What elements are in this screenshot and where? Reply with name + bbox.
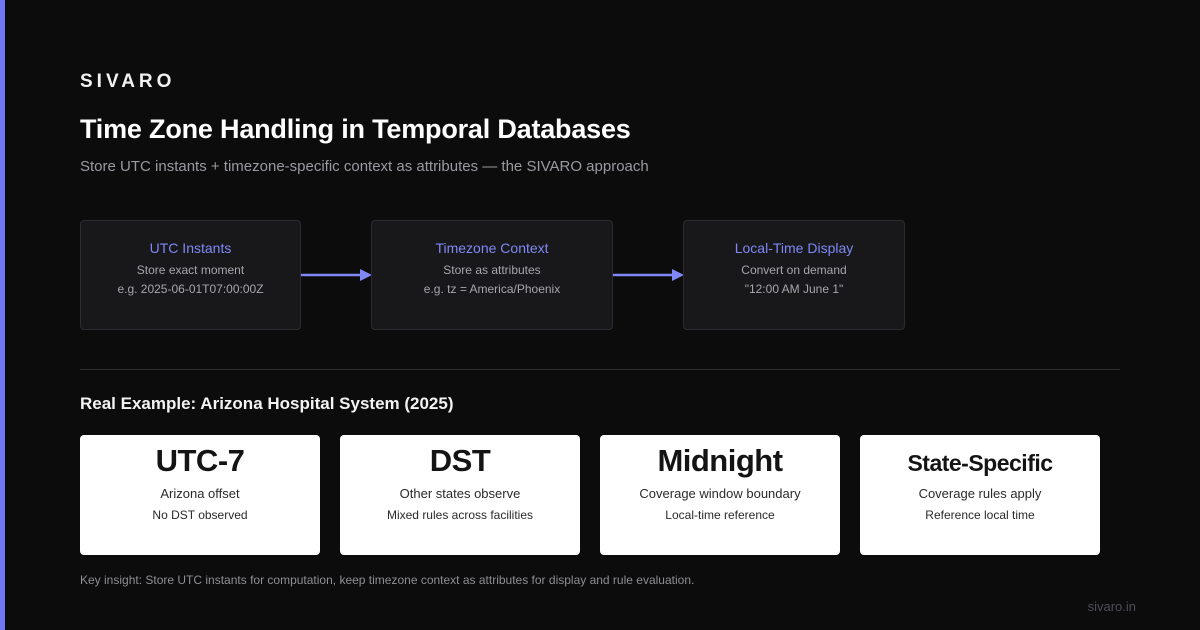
flow-box-utc-instants: UTC Instants Store exact moment e.g. 202… [80, 220, 301, 330]
example-heading: Real Example: Arizona Hospital System (2… [80, 394, 454, 413]
brand-logo: SIVARO [80, 71, 176, 92]
accent-bar [0, 0, 5, 630]
page-subtitle: Store UTC instants + timezone-specific c… [80, 158, 649, 175]
stat-card-value: UTC-7 [155, 443, 245, 478]
footer-website-link[interactable]: sivaro.in [1088, 599, 1136, 614]
flow-box-example: e.g. tz = America/Phoenix [423, 282, 561, 296]
flow-box-example: e.g. 2025-06-01T07:00:00Z [117, 282, 264, 296]
flow-box-local-time-display: Local-Time Display Convert on demand "12… [683, 220, 905, 330]
flow-box-description: Store as attributes [443, 263, 541, 277]
flow-box-description: Convert on demand [741, 263, 847, 277]
flow-arrow-right-icon [613, 269, 684, 281]
stat-card-value: State-Specific [907, 450, 1053, 476]
flow-box-title: UTC Instants [149, 240, 232, 256]
stat-card-state-specific: State-Specific Coverage rules apply Refe… [860, 435, 1100, 555]
flow-box-description: Store exact moment [136, 263, 245, 277]
flow-box-title: Local-Time Display [734, 240, 854, 256]
flow-box-example: "12:00 AM June 1" [744, 282, 844, 296]
stat-card-label: Other states observe [399, 486, 521, 501]
stat-card-value: DST [429, 443, 491, 478]
page: SIVARO Time Zone Handling in Temporal Da… [0, 0, 1200, 630]
stat-card-note: Mixed rules across facilities [386, 508, 534, 522]
section-divider [80, 369, 1120, 370]
stat-card-note: Reference local time [925, 508, 1035, 522]
flow-arrow-right-icon [301, 269, 372, 281]
stat-card-note: Local-time reference [665, 508, 775, 522]
page-title: Time Zone Handling in Temporal Databases [80, 114, 631, 144]
stat-card-label: Coverage rules apply [918, 486, 1042, 501]
stat-card-value: Midnight [657, 443, 783, 478]
flow-box-timezone-context: Timezone Context Store as attributes e.g… [371, 220, 613, 330]
stat-card-midnight: Midnight Coverage window boundary Local-… [600, 435, 840, 555]
stat-card-label: Arizona offset [160, 486, 240, 501]
stat-card-utc-offset: UTC-7 Arizona offset No DST observed [80, 435, 320, 555]
stat-card-dst: DST Other states observe Mixed rules acr… [340, 435, 580, 555]
stat-card-note: No DST observed [152, 508, 248, 522]
flow-box-title: Timezone Context [435, 240, 549, 256]
stat-card-label: Coverage window boundary [639, 486, 801, 501]
key-insight-text: Key insight: Store UTC instants for comp… [80, 573, 695, 587]
